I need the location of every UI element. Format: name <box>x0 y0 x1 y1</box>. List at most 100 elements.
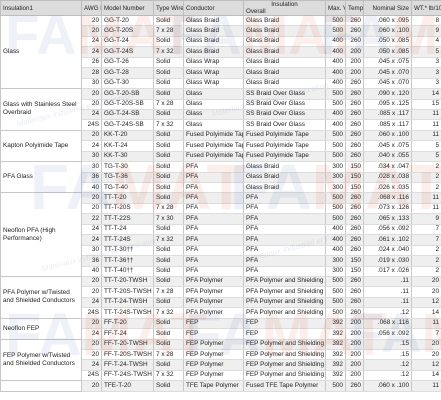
temp-cell: 260 <box>345 203 364 215</box>
weight-cell: 15 <box>411 99 441 110</box>
conductor-cell: Glass Wrap <box>183 67 244 79</box>
weight-cell: 9 <box>411 213 441 225</box>
overall-cell: Fused Polyimide Tape <box>243 151 326 163</box>
weight-cell: 3 <box>411 57 441 69</box>
model-cell: TT-T-24 <box>101 224 154 236</box>
temp-cell: 260 <box>345 297 364 309</box>
overall-cell: FEP Polymer and Shielding <box>243 349 326 361</box>
model-cell: KK-T-24 <box>101 140 154 152</box>
awg-cell: 24 <box>81 297 102 309</box>
nominal-size-cell: .019 x .030 <box>363 255 412 267</box>
type-wire-cell: Solid <box>153 130 184 142</box>
weight-cell: 20 <box>411 339 441 351</box>
type-wire-cell: 7 x 28 <box>153 286 184 298</box>
overall-cell: SS Braid Over Glass <box>243 88 326 100</box>
temp-cell: 260 <box>345 25 364 37</box>
nominal-size-cell: .11 <box>363 286 412 298</box>
type-wire-cell: Solid <box>153 192 184 204</box>
weight-cell: 12 <box>411 359 441 371</box>
overall-cell: SS Braid Over Glass <box>243 99 326 110</box>
max-voltage-cell: 500 <box>325 297 346 309</box>
type-wire-cell: Solid <box>153 224 184 236</box>
type-wire-cell: 7 x 32 <box>153 370 184 382</box>
weight-cell: 20 <box>411 276 441 288</box>
awg-cell: 22 <box>81 213 102 225</box>
overall-cell: Glass Braid <box>243 57 326 69</box>
max-voltage-cell: 500 <box>325 192 346 204</box>
max-voltage-cell: 300 <box>325 172 346 184</box>
weight-cell: 14 <box>411 307 441 319</box>
model-cell: GG-T-28 <box>101 67 154 79</box>
nominal-size-cell: .056 x .092 <box>363 224 412 236</box>
insulation-group-label: PFA Polymer w/Twisted and Shielded Condu… <box>0 276 82 319</box>
max-voltage-cell: 300 <box>325 255 346 267</box>
type-wire-cell: Solid <box>153 359 184 371</box>
type-wire-cell: 7 x 30 <box>153 213 184 225</box>
max-voltage-cell: 500 <box>325 151 346 163</box>
max-voltage-cell: 300 <box>325 266 346 277</box>
nominal-size-cell: .045 x .075 <box>363 140 412 152</box>
nominal-size-cell: .045 x .075 <box>363 57 412 69</box>
model-cell: TT-T-30†† <box>101 245 154 257</box>
type-wire-cell: Solid <box>153 67 184 79</box>
nominal-size-cell: .068 x .116 <box>363 192 412 204</box>
type-wire-cell: Solid <box>153 318 184 330</box>
header-overall-label: Overall <box>246 8 266 15</box>
temp-cell: 260 <box>345 99 364 110</box>
nominal-size-cell: .040 x .055 <box>363 151 412 163</box>
nominal-size-cell: .060 x .100 <box>363 130 412 142</box>
conductor-cell: FEP <box>183 318 244 330</box>
model-cell: FF-T-20-TWSH <box>101 339 154 351</box>
temp-cell: 260 <box>345 213 364 225</box>
type-wire-cell: 7 x 32 <box>153 307 184 319</box>
awg-cell: 36 <box>81 172 102 184</box>
overall-cell: Glass Braid <box>243 67 326 79</box>
weight-cell: 11 <box>411 318 441 330</box>
awg-cell: 20 <box>81 88 102 100</box>
conductor-cell: Glass Braid <box>183 25 244 37</box>
max-voltage-cell: 500 <box>325 140 346 152</box>
awg-cell: 20 <box>81 130 102 142</box>
conductor-cell: PFA <box>183 224 244 236</box>
conductor-cell: Fused Polyimide Tape <box>183 140 244 152</box>
model-cell: TT-T-24-TWSH <box>101 297 154 309</box>
overall-cell: PFA <box>243 224 326 236</box>
model-cell: GG-T-24S <box>101 46 154 58</box>
conductor-cell: FEP Polymer <box>183 349 244 361</box>
temp-cell: 150 <box>345 161 364 173</box>
conductor-cell: PFA Polymer <box>183 276 244 288</box>
awg-cell: 20 <box>81 276 102 288</box>
temp-cell: 260 <box>345 151 364 163</box>
overall-cell: PFA Polymer and Shielding <box>243 286 326 298</box>
weight-cell: 4 <box>411 36 441 48</box>
max-voltage-cell: 500 <box>325 307 346 319</box>
temp-cell: 260 <box>345 15 364 27</box>
temp-cell: 150 <box>345 182 364 194</box>
conductor-cell: Glass Wrap <box>183 78 244 90</box>
header-model: Model Number <box>101 0 154 16</box>
table-header-row: Insulation1 AWG No. Model Number Type Wi… <box>0 0 441 16</box>
overall-cell: FEP Polymer and Shielding <box>243 359 326 371</box>
weight-cell: 20 <box>411 349 441 361</box>
temp-cell: 200 <box>345 328 364 340</box>
awg-cell: 20 <box>81 203 102 215</box>
conductor-cell: PFA <box>183 213 244 225</box>
awg-cell: 20 <box>81 192 102 204</box>
type-wire-cell: Solid <box>153 339 184 351</box>
awg-cell: 20 <box>81 25 102 37</box>
temp-cell: 260 <box>345 224 364 236</box>
model-cell: TG-T-40 <box>101 182 154 194</box>
conductor-cell: PFA <box>183 234 244 246</box>
weight-cell: 2 <box>411 182 441 194</box>
model-cell: GG-T-20-SB <box>101 88 154 100</box>
overall-cell: FEP Polymer and Shielding <box>243 370 326 382</box>
nominal-size-cell: .090 x .120 <box>363 88 412 100</box>
conductor-cell: TFE Tape Polymer <box>183 380 244 392</box>
weight-cell: 7 <box>411 234 441 246</box>
conductor-cell: PFA <box>183 182 244 194</box>
nominal-size-cell: .095 x .125 <box>363 99 412 110</box>
max-voltage-cell: 392 <box>325 318 346 330</box>
header-weight: WT.* lb/1000' <box>411 0 441 16</box>
max-voltage-cell: 500 <box>325 88 346 100</box>
insulation-group-label: Glass with Stainless Steel Overbraid <box>0 88 82 131</box>
